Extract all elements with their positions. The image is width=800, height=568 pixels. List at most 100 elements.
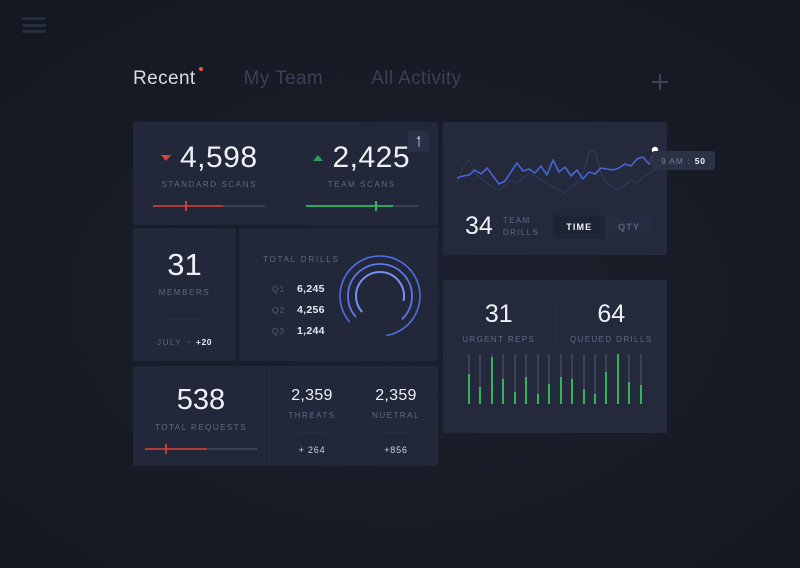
urgent-reps-value: 31 [484, 300, 513, 328]
arc-q3 [355, 271, 405, 321]
reps-bar-chart [468, 354, 642, 404]
notification-dot-icon [198, 67, 203, 71]
total-requests-value: 538 [176, 384, 226, 416]
bar-track [525, 354, 528, 404]
bar-fill [605, 371, 608, 404]
arc-q1 [339, 255, 421, 337]
total-requests-label: TOTAL REQUESTS [155, 423, 247, 432]
bar-fill [628, 381, 631, 404]
nav-item-recent[interactable]: Recent [133, 67, 203, 90]
bar-fill [468, 374, 470, 404]
bar-track [639, 354, 642, 404]
nav-item-my-team[interactable]: My Team [244, 68, 324, 90]
top-nav: Recent My Team All Activity [133, 67, 461, 90]
drill-value: 6,245 [297, 283, 325, 295]
total-drills-title: TOTAL DRILLS [263, 255, 340, 264]
hamburger-icon[interactable] [22, 17, 46, 33]
threats-block: 2,359 THREATS + 264 [270, 366, 354, 466]
toggle-time[interactable]: TIME [553, 214, 606, 239]
bar-track [593, 354, 596, 404]
nav-item-all-activity[interactable]: All Activity [371, 68, 461, 90]
drill-quarter: Q3 [272, 326, 285, 336]
divider [167, 319, 202, 320]
arc-q2 [347, 263, 413, 329]
drill-row: Q3 1,244 [272, 325, 325, 337]
dashboard-root: Recent My Team All Activity 4,598 STANDA… [0, 0, 800, 568]
divider [381, 432, 411, 433]
bar-fill [479, 386, 482, 404]
threats-value: 2,359 [291, 387, 333, 404]
slider-knob[interactable] [375, 201, 378, 211]
bar-fill [536, 394, 539, 404]
bar-track [582, 354, 585, 404]
members-label: MEMBERS [158, 288, 211, 297]
plus-icon[interactable] [652, 74, 668, 90]
divider [297, 432, 327, 433]
chart-tooltip: 9 AM : 50 [652, 151, 715, 170]
drill-row: Q1 6,245 [272, 283, 325, 295]
threats-label: THREATS [288, 411, 336, 420]
bar-fill [616, 354, 619, 404]
slider-knob[interactable] [165, 444, 168, 454]
nav-item-label: Recent [133, 68, 196, 89]
team-drills-line-chart [456, 146, 659, 194]
queued-drills-value: 64 [597, 300, 626, 328]
bar-track [513, 354, 516, 404]
toggle-qty[interactable]: QTY [605, 215, 653, 239]
slider-fill [153, 205, 223, 207]
bar-track [605, 354, 608, 404]
queued-drills-label: QUEUED DRILLS [569, 335, 653, 344]
neutral-delta: +856 [384, 445, 408, 455]
team-scans-label: TEAM SCANS [327, 180, 396, 189]
tooltip-separator: : [687, 155, 691, 166]
standard-scans-label: STANDARD SCANS [161, 180, 258, 189]
bar-fill [639, 385, 642, 404]
team-drills-label-line1: TEAM [502, 215, 531, 225]
bar-track [628, 354, 631, 404]
team-scans-slider[interactable] [305, 201, 418, 211]
bar-fill [502, 379, 505, 404]
bar-fill [571, 379, 574, 404]
team-scans-value: 2,425 [332, 141, 411, 174]
nav-item-label: All Activity [371, 68, 462, 89]
drills-arc-chart [339, 255, 421, 337]
reps-card: 31 URGENT REPS 64 QUEUED DRILLS [443, 280, 667, 433]
neutral-block: 2,359 NUETRAL +856 [354, 366, 438, 466]
upload-arrow-icon[interactable] [408, 131, 429, 152]
urgent-reps-label: URGENT REPS [462, 335, 536, 344]
scans-card: 4,598 STANDARD SCANS 2,425 TEAM SCANS [133, 122, 438, 225]
bar-track [616, 354, 619, 404]
bar-track [490, 354, 493, 404]
threats-delta: + 264 [298, 445, 326, 455]
bar-fill [559, 376, 562, 404]
drill-quarter: Q1 [272, 284, 285, 294]
members-delta: +20 [195, 337, 213, 347]
bar-track [548, 354, 551, 404]
members-value: 31 [167, 247, 202, 282]
team-drills-value: 34 [465, 212, 493, 240]
tooltip-value: 50 [694, 155, 706, 166]
arrow-up-glyph [416, 136, 420, 147]
tooltip-time: 9 AM [661, 155, 684, 166]
hamburger-line [22, 17, 46, 20]
separator-dot-icon [187, 341, 190, 343]
slider-knob[interactable] [184, 201, 187, 211]
team-drills-label-line2: DRILLS [502, 227, 540, 237]
team-drills-label: TEAM DRILLS [503, 215, 539, 238]
bar-track [559, 354, 562, 404]
hamburger-line [22, 23, 46, 27]
drills-list: Q1 6,245 Q2 4,256 Q3 1,244 [272, 283, 325, 346]
bar-track [571, 354, 574, 404]
bar-track [468, 354, 470, 404]
neutral-value: 2,359 [375, 387, 417, 404]
slider-fill [145, 448, 207, 450]
standard-scans-slider[interactable] [153, 201, 266, 211]
hamburger-line [22, 30, 46, 33]
drill-row: Q2 4,256 [272, 304, 325, 316]
bar-fill [593, 394, 596, 404]
total-requests-slider[interactable] [145, 444, 257, 454]
drill-quarter: Q2 [272, 305, 285, 315]
members-card: 31 MEMBERS JULY +20 [133, 228, 236, 361]
trend-up-icon [313, 155, 324, 161]
slider-fill [305, 205, 394, 207]
